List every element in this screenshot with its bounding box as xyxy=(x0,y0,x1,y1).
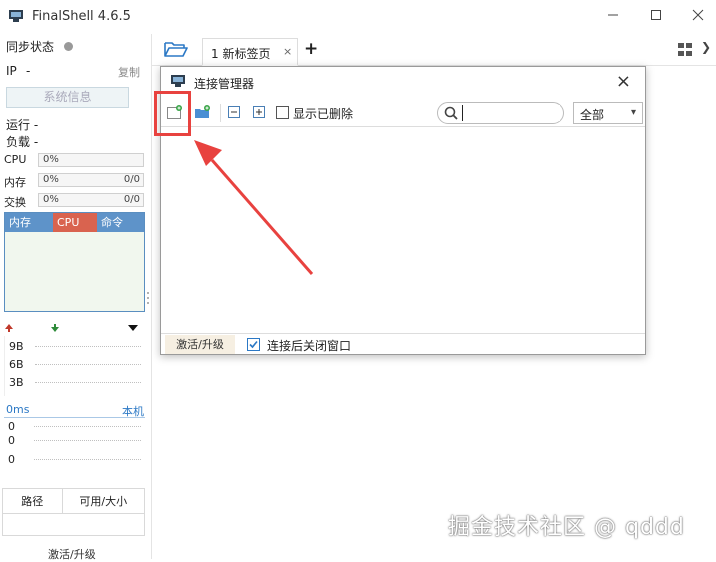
net-y-label: 9B xyxy=(9,340,24,353)
maximize-icon[interactable] xyxy=(648,8,664,24)
disk-table: 路径 可用/大小 xyxy=(2,488,145,536)
expand-all-icon[interactable] xyxy=(252,105,266,119)
dialog-title: 连接管理器 xyxy=(194,77,255,91)
app-logo-icon xyxy=(9,10,23,22)
minimize-icon[interactable] xyxy=(605,8,621,24)
tab-new-tab[interactable]: 1 新标签页 × xyxy=(202,38,298,66)
system-info-button[interactable]: 系统信息 xyxy=(6,87,129,108)
filter-select[interactable]: 全部 ▾ xyxy=(573,102,643,124)
show-deleted-checkbox[interactable] xyxy=(276,106,289,119)
disk-header-size[interactable]: 可用/大小 xyxy=(63,489,144,513)
latency-y-label: 0 xyxy=(8,453,15,466)
memory-label: 内存 xyxy=(4,176,26,189)
title-bar: FinalShell 4.6.5 xyxy=(0,0,716,34)
process-table: 内存 CPU 命令 xyxy=(4,212,145,312)
chevron-right-icon[interactable]: ❯ xyxy=(701,40,711,54)
interface-dropdown-icon[interactable] xyxy=(128,325,138,332)
tab-label: 1 新标签页 xyxy=(211,47,271,61)
net-y-label: 6B xyxy=(9,358,24,371)
search-input[interactable] xyxy=(462,105,560,121)
proc-header-memory[interactable]: 内存 xyxy=(5,213,53,232)
dialog-title-bar[interactable]: 连接管理器 × xyxy=(161,67,645,99)
memory-meter-ratio: 0/0 xyxy=(123,174,140,185)
collapse-all-icon[interactable] xyxy=(227,105,241,119)
dialog-footer: 激活/升级 连接后关闭窗口 xyxy=(161,333,645,355)
dialog-close-icon[interactable]: × xyxy=(616,71,631,92)
connection-manager-dialog: 连接管理器 × 显示已删除 全部 ▾ 激活/升级 连接后关闭窗口 xyxy=(160,66,646,355)
disk-header-path[interactable]: 路径 xyxy=(3,489,63,513)
add-tab-icon[interactable]: + xyxy=(304,39,318,59)
layout-grid-icon[interactable] xyxy=(678,43,693,57)
copy-ip-link[interactable]: 复制 xyxy=(118,64,140,80)
checkmark-icon xyxy=(249,340,258,349)
close-after-connect-label: 连接后关闭窗口 xyxy=(267,339,352,353)
folder-open-icon[interactable] xyxy=(164,40,188,58)
filter-select-value: 全部 xyxy=(580,108,605,122)
cpu-meter: 0% xyxy=(38,153,144,167)
tab-close-icon[interactable]: × xyxy=(283,45,292,58)
activate-upgrade-button[interactable]: 激活/升级 xyxy=(165,335,235,354)
load-label: 负载 - xyxy=(6,135,39,149)
search-field[interactable] xyxy=(437,102,564,124)
sidebar: 同步状态 IP - 复制 系统信息 运行 - 负载 - CPU 0% 内存 0%… xyxy=(0,34,152,562)
tab-bar: 1 新标签页 × + ❯ xyxy=(152,34,716,66)
memory-meter: 0% 0/0 xyxy=(38,173,144,187)
sync-status-label: 同步状态 xyxy=(6,40,55,54)
running-label: 运行 - xyxy=(6,118,39,132)
upload-arrow-icon xyxy=(5,324,13,332)
search-icon xyxy=(444,106,458,120)
proc-header-command[interactable]: 命令 xyxy=(97,213,144,232)
new-folder-icon[interactable] xyxy=(195,105,211,119)
sidebar-activate-link[interactable]: 激活/升级 xyxy=(48,546,96,562)
watermark: 掘金技术社区 @ qddd xyxy=(448,515,685,540)
close-icon[interactable] xyxy=(690,8,706,24)
cpu-label: CPU xyxy=(4,153,27,166)
latency-y-label: 0 xyxy=(8,434,15,447)
highlight-frame xyxy=(154,91,191,136)
close-after-connect-checkbox[interactable] xyxy=(247,338,260,351)
net-y-label: 3B xyxy=(9,376,24,389)
dialog-toolbar: 显示已删除 全部 ▾ xyxy=(161,99,645,127)
app-title: FinalShell 4.6.5 xyxy=(32,9,131,24)
latency-chart: 0 0 0 xyxy=(4,420,145,474)
ip-value: - xyxy=(26,64,31,78)
dialog-app-icon xyxy=(171,75,185,87)
show-deleted-label: 显示已删除 xyxy=(293,107,354,121)
swap-meter-ratio: 0/0 xyxy=(123,194,140,205)
splitter-handle-icon[interactable] xyxy=(146,290,150,306)
download-arrow-icon xyxy=(51,324,59,332)
latency-label: 0ms xyxy=(6,403,30,416)
network-chart: 9B 6B 3B xyxy=(4,336,145,396)
chevron-down-icon: ▾ xyxy=(630,107,636,118)
latency-y-label: 0 xyxy=(8,420,15,433)
sync-status-dot-icon xyxy=(64,42,73,51)
memory-meter-value: 0% xyxy=(43,174,59,185)
swap-meter: 0% 0/0 xyxy=(38,193,144,207)
swap-label: 交换 xyxy=(4,196,26,209)
proc-header-cpu[interactable]: CPU xyxy=(53,213,97,232)
ip-label: IP xyxy=(6,64,17,78)
cpu-meter-value: 0% xyxy=(43,154,59,165)
swap-meter-value: 0% xyxy=(43,194,59,205)
connection-list[interactable] xyxy=(161,127,645,333)
